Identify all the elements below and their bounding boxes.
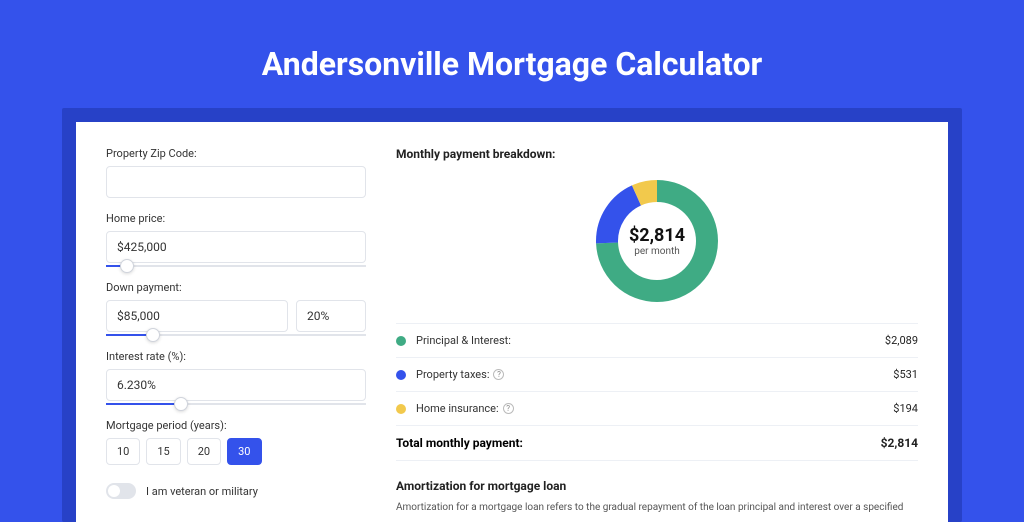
donut-center-sub: per month bbox=[634, 246, 680, 257]
total-value: $2,814 bbox=[881, 436, 918, 450]
zip-label: Property Zip Code: bbox=[106, 147, 366, 160]
breakdown-title: Monthly payment breakdown: bbox=[396, 147, 918, 161]
legend-dot bbox=[396, 336, 406, 346]
period-option-15[interactable]: 15 bbox=[146, 438, 180, 465]
legend-label: Principal & Interest: bbox=[416, 334, 511, 347]
down-payment-pct-input[interactable] bbox=[296, 300, 366, 332]
home-price-slider[interactable] bbox=[106, 265, 366, 267]
veteran-toggle[interactable] bbox=[106, 483, 136, 499]
period-option-20[interactable]: 20 bbox=[187, 438, 221, 465]
veteran-label: I am veteran or military bbox=[146, 485, 258, 498]
zip-input[interactable] bbox=[106, 166, 366, 198]
interest-input[interactable] bbox=[106, 369, 366, 401]
amortization-text: Amortization for a mortgage loan refers … bbox=[396, 501, 918, 515]
total-label: Total monthly payment: bbox=[396, 436, 523, 450]
home-price-label: Home price: bbox=[106, 212, 366, 225]
legend-dot bbox=[396, 370, 406, 380]
info-icon[interactable]: ? bbox=[493, 369, 504, 380]
down-payment-slider[interactable] bbox=[106, 334, 366, 336]
period-option-10[interactable]: 10 bbox=[106, 438, 140, 465]
home-price-input[interactable] bbox=[106, 231, 366, 263]
period-label: Mortgage period (years): bbox=[106, 419, 366, 432]
down-payment-label: Down payment: bbox=[106, 281, 366, 294]
breakdown-column: Monthly payment breakdown: $2,814 per mo… bbox=[396, 147, 918, 522]
legend-value: $2,089 bbox=[885, 334, 918, 347]
legend-dot bbox=[396, 404, 406, 414]
amortization-title: Amortization for mortgage loan bbox=[396, 479, 918, 493]
page-title: Andersonville Mortgage Calculator bbox=[0, 45, 1024, 83]
period-option-30[interactable]: 30 bbox=[227, 438, 261, 465]
legend-label: Home insurance:? bbox=[416, 402, 514, 415]
payment-donut-chart: $2,814 per month bbox=[593, 177, 721, 305]
legend-row: Principal & Interest: $2,089 bbox=[396, 324, 918, 358]
legend-row: Property taxes:? $531 bbox=[396, 358, 918, 392]
legend-value: $531 bbox=[893, 368, 918, 381]
info-icon[interactable]: ? bbox=[503, 403, 514, 414]
legend-label: Property taxes:? bbox=[416, 368, 504, 381]
interest-label: Interest rate (%): bbox=[106, 350, 366, 363]
down-payment-amount-input[interactable] bbox=[106, 300, 288, 332]
legend-value: $194 bbox=[893, 402, 918, 415]
legend-row: Home insurance:? $194 bbox=[396, 392, 918, 426]
inputs-column: Property Zip Code: Home price: Down paym… bbox=[106, 147, 366, 522]
donut-center-value: $2,814 bbox=[629, 225, 685, 246]
calculator-frame: Property Zip Code: Home price: Down paym… bbox=[62, 108, 962, 522]
interest-slider[interactable] bbox=[106, 403, 366, 405]
